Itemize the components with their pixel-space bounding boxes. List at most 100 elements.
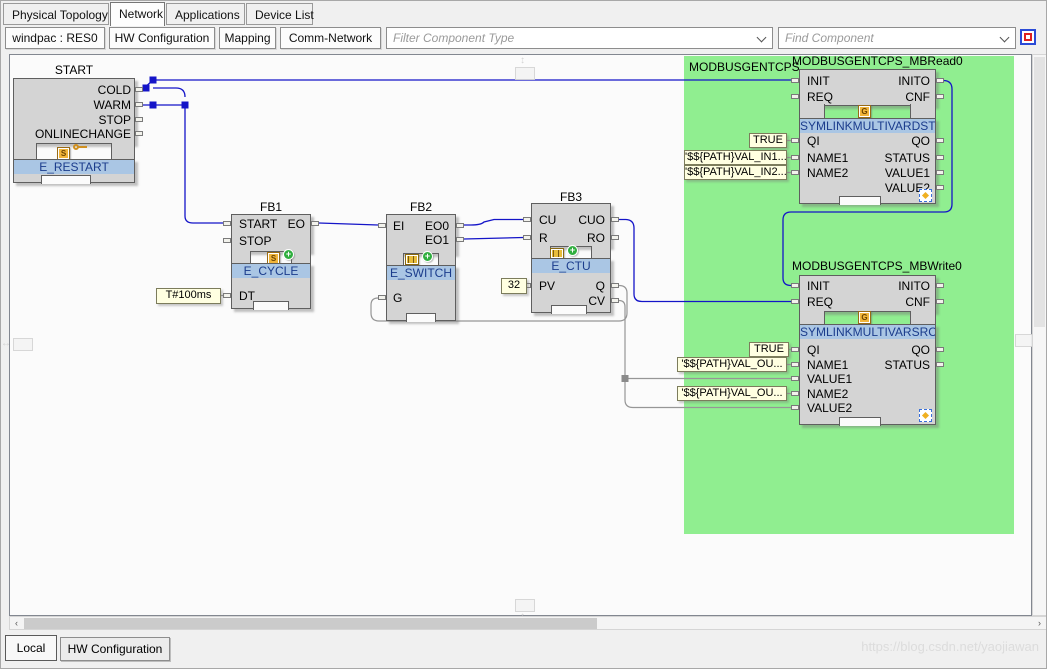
mapping-button[interactable]: Mapping	[219, 27, 276, 49]
port-nub[interactable]	[936, 138, 944, 143]
horizontal-scrollbar[interactable]: ‹ ›	[9, 616, 1046, 630]
port-nub[interactable]	[135, 87, 143, 92]
pin-label: RO	[587, 231, 605, 245]
hw-configuration-button[interactable]: HW Configuration	[109, 27, 215, 49]
block-title: START	[54, 63, 94, 77]
pin-label: CNF	[905, 90, 930, 104]
pin-label: VALUE2	[807, 401, 853, 415]
port-nub[interactable]	[791, 376, 799, 381]
port-nub[interactable]	[936, 94, 944, 99]
block-leg	[13, 143, 37, 160]
comm-network-button[interactable]: Comm-Network	[280, 27, 381, 49]
pin-label: STATUS	[884, 151, 930, 165]
port-nub[interactable]	[936, 347, 944, 352]
tab-applications[interactable]: Applications	[166, 3, 245, 25]
port-nub[interactable]	[223, 221, 231, 226]
block-notch	[839, 196, 881, 205]
record-target-icon[interactable]	[1020, 29, 1036, 45]
block-type-name[interactable]: SYMLINKMULTIVARDST	[800, 119, 935, 133]
port-nub[interactable]	[135, 102, 143, 107]
pin-label: QI	[807, 343, 820, 357]
block-type-name[interactable]: E_CYCLE	[232, 264, 310, 278]
port-nub[interactable]	[936, 362, 944, 367]
block-leg	[111, 143, 135, 160]
canvas-grip-left[interactable]	[1, 338, 33, 351]
block-type-name[interactable]: E_SWITCH	[387, 266, 455, 280]
pin-label: QO	[911, 343, 930, 357]
port-nub[interactable]	[611, 235, 619, 240]
port-nub[interactable]	[311, 221, 319, 226]
port-nub[interactable]	[378, 295, 386, 300]
port-nub[interactable]	[223, 238, 231, 243]
port-nub[interactable]	[791, 362, 799, 367]
tab-network[interactable]: Network	[110, 2, 165, 26]
port-nub[interactable]	[791, 405, 799, 410]
port-nub[interactable]	[523, 235, 531, 240]
filter-component-type-combo[interactable]: Filter Component Type	[386, 27, 773, 49]
port-nub[interactable]	[791, 391, 799, 396]
value-box-pv[interactable]: 32	[501, 278, 527, 294]
port-nub[interactable]	[791, 299, 799, 304]
scroll-left-arrow[interactable]: ‹	[10, 617, 23, 629]
port-nub[interactable]	[791, 94, 799, 99]
find-component-combo[interactable]: Find Component	[778, 27, 1016, 49]
port-nub[interactable]	[936, 299, 944, 304]
port-nub[interactable]	[378, 223, 386, 228]
record-target-inner	[1024, 33, 1032, 41]
pin-label: QO	[911, 134, 930, 148]
pin-label: NAME2	[807, 387, 849, 401]
port-nub[interactable]	[791, 78, 799, 83]
value-box-qi[interactable]: TRUE	[749, 133, 787, 148]
block-type-name[interactable]: E_CTU	[532, 259, 610, 273]
pin-label: VALUE1	[807, 372, 853, 386]
key-icon	[73, 144, 87, 152]
canvas-grip-bottom[interactable]	[515, 599, 535, 622]
pin-label: CNF	[905, 295, 930, 309]
vertical-scrollbar-thumb[interactable]	[1034, 57, 1045, 327]
port-nub[interactable]	[456, 237, 464, 242]
tab-physical-topology[interactable]: Physical Topology	[3, 3, 109, 25]
bottom-tab-hw-configuration[interactable]: HW Configuration	[60, 637, 170, 661]
port-nub[interactable]	[791, 347, 799, 352]
pin-label: Q	[595, 279, 605, 293]
port-nub[interactable]	[223, 293, 231, 298]
find-combo-placeholder: Find Component	[785, 31, 874, 45]
pin-label: G	[393, 291, 403, 305]
horizontal-scrollbar-thumb[interactable]	[24, 618, 597, 629]
port-nub[interactable]	[135, 131, 143, 136]
value-box-qi[interactable]: TRUE	[749, 342, 789, 357]
bottom-tab-local[interactable]: Local	[5, 635, 57, 661]
port-nub[interactable]	[936, 283, 944, 288]
block-type-name[interactable]: E_RESTART	[14, 160, 134, 174]
port-nub[interactable]	[523, 217, 531, 222]
value-box-name1[interactable]: '$${PATH}VAL_OU...	[677, 357, 787, 372]
port-nub[interactable]	[135, 117, 143, 122]
port-nub[interactable]	[611, 283, 619, 288]
value-box-name2[interactable]: '$${PATH}VAL_OU...	[677, 386, 787, 401]
port-nub[interactable]	[936, 155, 944, 160]
port-nub[interactable]	[611, 217, 619, 222]
global-g-icon: G	[858, 105, 871, 118]
port-nub[interactable]	[791, 155, 799, 160]
vertical-scrollbar[interactable]	[1032, 54, 1046, 616]
block-notch	[839, 417, 881, 426]
value-box-name2[interactable]: '$${PATH}VAL_IN2...	[684, 165, 787, 180]
resource-button[interactable]: windpac : RES0	[5, 27, 105, 49]
value-box-dt[interactable]: T#100ms	[156, 288, 221, 304]
pin-label: INIT	[807, 74, 830, 88]
port-nub[interactable]	[611, 298, 619, 303]
canvas-grip-top[interactable]	[515, 56, 535, 80]
block-title: FB3	[559, 190, 582, 204]
port-nub[interactable]	[936, 78, 944, 83]
port-nub[interactable]	[791, 138, 799, 143]
scroll-right-arrow[interactable]: ›	[1033, 617, 1046, 629]
global-g-icon: G	[858, 311, 871, 324]
port-nub[interactable]	[936, 170, 944, 175]
port-nub[interactable]	[791, 170, 799, 175]
block-type-name[interactable]: SYMLINKMULTIVARSRC	[800, 325, 935, 339]
port-nub[interactable]	[456, 223, 464, 228]
port-nub[interactable]	[791, 283, 799, 288]
value-box-name1[interactable]: '$${PATH}VAL_IN1...	[684, 150, 787, 165]
tab-device-list[interactable]: Device List	[246, 3, 314, 25]
port-nub[interactable]	[936, 185, 944, 190]
